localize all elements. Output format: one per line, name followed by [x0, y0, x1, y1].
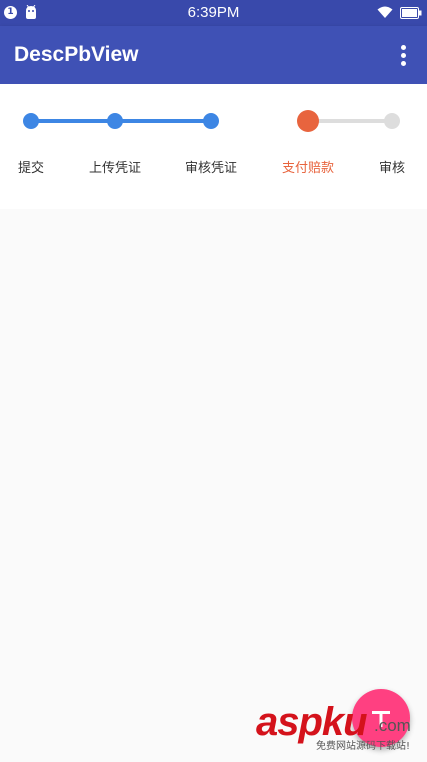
app-bar: DescPbView — [0, 26, 427, 84]
step-progress-bar — [23, 110, 400, 132]
step-label: 上传凭证 — [88, 161, 142, 176]
step-label: 支付赔款 — [281, 161, 335, 176]
step-dot — [23, 113, 39, 129]
watermark-suffix: .com — [374, 716, 411, 735]
watermark-sub: 免费网站源码下载站! — [316, 741, 411, 752]
step-label: 审核凭证 — [184, 161, 238, 176]
app-title: DescPbView — [14, 43, 139, 66]
watermark-main: aspku — [256, 700, 368, 744]
step-label: 提交 — [17, 161, 45, 176]
watermark-logo: aspku .com 免费网站源码下载站! — [256, 700, 426, 760]
wifi-icon — [377, 6, 393, 18]
step-dot — [384, 113, 400, 129]
step-progress-panel: 提交 上传凭证 审核凭证 支付赔款 审核 — [0, 84, 427, 209]
status-time: 6:39PM — [187, 4, 240, 21]
step-dot — [297, 110, 319, 132]
status-bar: 1 6:39PM — [0, 0, 427, 26]
step-dot — [107, 113, 123, 129]
step-dot — [203, 113, 219, 129]
battery-icon — [400, 7, 422, 19]
step-label: 审核 — [378, 161, 406, 176]
more-vert-icon[interactable] — [395, 42, 413, 68]
